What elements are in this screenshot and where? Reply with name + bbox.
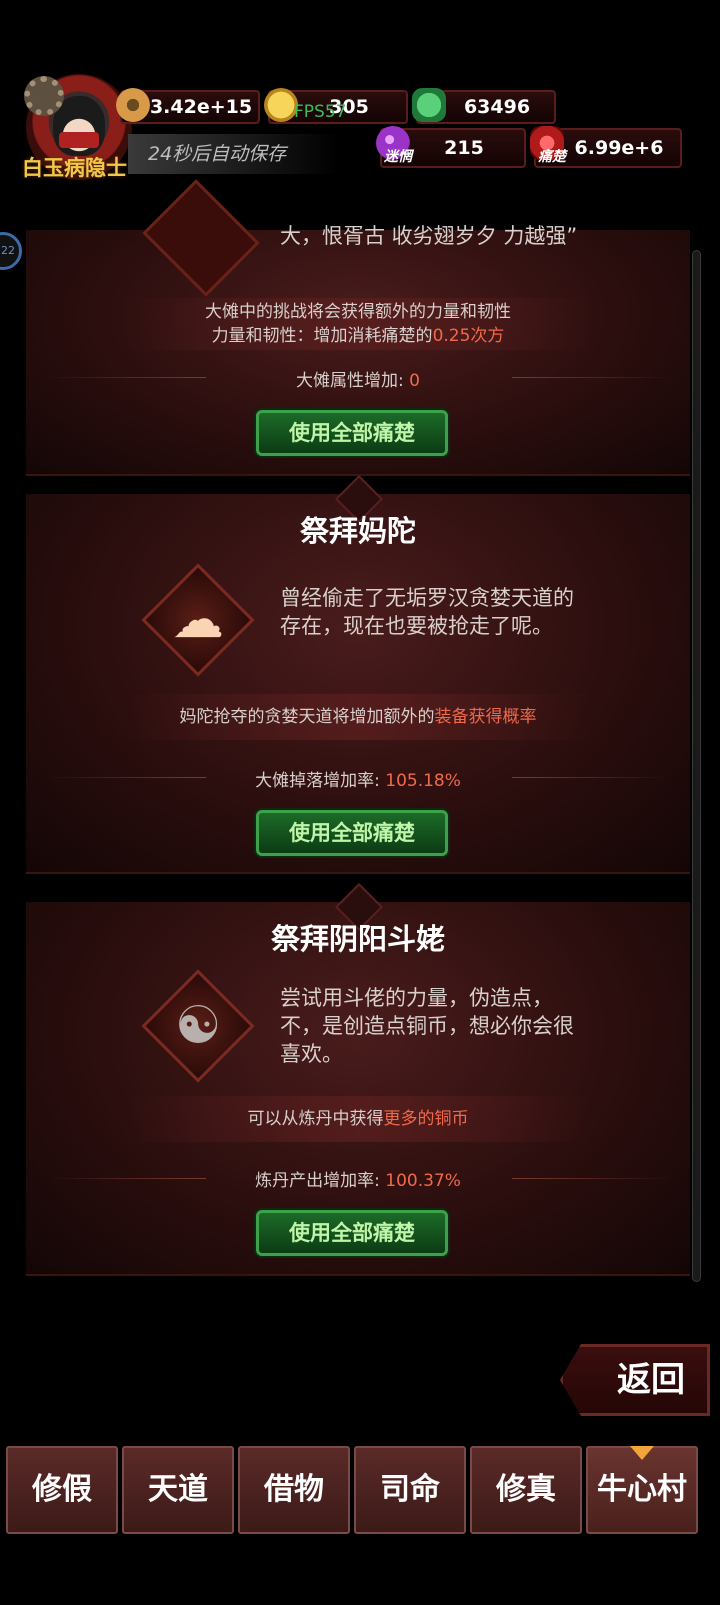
autosave-status: 24秒后自动保存 bbox=[128, 134, 338, 174]
ritual-card-1: 大，恨胥古 收劣翅岁夕 力越强” 大傩中的挑战将会获得额外的力量和韧性 力量和韧… bbox=[26, 179, 690, 476]
pain-value: 6.99e+6 bbox=[574, 137, 664, 159]
scrollbar-track[interactable] bbox=[692, 250, 701, 1282]
back-button[interactable]: 返回 bbox=[560, 1344, 710, 1416]
tab-xiuzhen[interactable]: 修真 bbox=[470, 1446, 582, 1534]
tab-xiujia[interactable]: 修假 bbox=[6, 1446, 118, 1534]
card1-description: 大，恨胥古 收劣翅岁夕 力越强” bbox=[280, 224, 578, 248]
use-all-pain-button-2[interactable]: 使用全部痛楚 bbox=[256, 810, 448, 856]
confusion-value: 215 bbox=[444, 137, 484, 159]
jade-icon bbox=[412, 88, 446, 122]
use-all-pain-button-1[interactable]: 使用全部痛楚 bbox=[256, 410, 448, 456]
tab-tiandao[interactable]: 天道 bbox=[122, 1446, 234, 1534]
card2-description: 曾经偷走了无垢罗汉贪婪天道的存在，现在也要被抢走了呢。 bbox=[280, 586, 574, 638]
avatar-mask bbox=[59, 132, 99, 148]
pain-label: 痛楚 bbox=[538, 149, 566, 165]
player-name: 白玉病隐士 bbox=[22, 155, 127, 180]
ritual-card-3: 祭拜阴阳斗姥 ☯ 尝试用斗佬的力量，伪造点，不，是创造点铜币，想必你会很喜欢。 … bbox=[26, 882, 690, 1276]
card1-effect-line1: 大傩中的挑战将会获得额外的力量和韧性 bbox=[205, 302, 511, 322]
confusion-counter: 迷惘 215 bbox=[376, 126, 526, 168]
card2-effect: 妈陀抢夺的贪婪天道将增加额外的 装备获得概率 bbox=[126, 694, 590, 740]
jade-value: 63496 bbox=[463, 96, 531, 118]
side-badge[interactable]: 22 bbox=[0, 232, 22, 270]
card1-effect-line2: 力量和韧性：增加消耗痛楚的0.25次方 bbox=[211, 326, 505, 346]
card1-stat: 大傩属性增加: 0 bbox=[296, 371, 420, 391]
card3-title: 祭拜阴阳斗姥 bbox=[270, 922, 445, 956]
card3-description: 尝试用斗佬的力量，伪造点，不，是创造点铜币，想必你会很喜欢。 bbox=[280, 986, 574, 1066]
pain-counter: 痛楚 6.99e+6 bbox=[530, 126, 682, 168]
gold-coin-icon bbox=[264, 88, 298, 122]
copper-counter: 3.42e+15 bbox=[116, 88, 260, 124]
ingot-icon: ☁ bbox=[172, 590, 224, 650]
yin-yang-icon: ☯ bbox=[174, 996, 222, 1056]
copper-coin-icon bbox=[116, 88, 150, 122]
confusion-label: 迷惘 bbox=[384, 149, 412, 165]
card3-effect: 可以从炼丹中获得 更多的铜币 bbox=[126, 1096, 590, 1142]
card2-stat: 大傩掉落增加率: 105.18% bbox=[255, 771, 461, 791]
tab-jiewu[interactable]: 借物 bbox=[238, 1446, 350, 1534]
gear-icon[interactable] bbox=[24, 76, 64, 116]
card3-stat: 炼丹产出增加率: 100.37% bbox=[255, 1171, 461, 1191]
card2-title: 祭拜妈陀 bbox=[299, 514, 416, 548]
active-tab-indicator-icon bbox=[630, 1446, 654, 1460]
fps-counter: FPS57 bbox=[294, 102, 347, 122]
jade-counter: 63496 bbox=[412, 88, 556, 124]
card1-effect: 大傩中的挑战将会获得额外的力量和韧性 力量和韧性：增加消耗痛楚的0.25次方 bbox=[126, 298, 590, 350]
ritual-card-2: 祭拜妈陀 ☁ 曾经偷走了无垢罗汉贪婪天道的存在，现在也要被抢走了呢。 妈陀抢夺的… bbox=[26, 474, 690, 874]
tab-siming[interactable]: 司命 bbox=[354, 1446, 466, 1534]
use-all-pain-button-3[interactable]: 使用全部痛楚 bbox=[256, 1210, 448, 1256]
